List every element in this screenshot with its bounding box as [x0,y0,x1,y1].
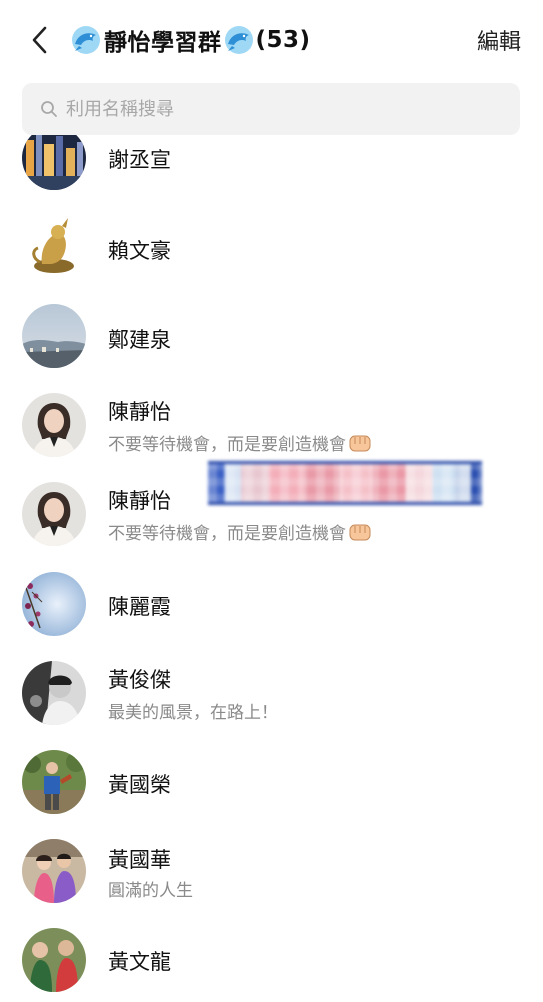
list-item[interactable]: 謝丞宣 [0,126,543,216]
list-item[interactable]: 陳靜怡 不要等待機會，而是要創造機會 [0,380,543,468]
chevron-left-icon [32,26,47,54]
member-name: 黃國華 [108,848,171,872]
list-item[interactable]: 陳麗霞 [0,560,543,648]
back-button[interactable] [22,22,56,58]
avatar [22,661,86,725]
group-name: 靜怡學習群 [104,30,222,56]
avatar [22,839,86,903]
list-item[interactable]: 賴文豪 [0,204,543,292]
list-item[interactable]: 鄭建泉 [0,292,543,380]
member-list: 謝丞宣 賴文豪 鄭建泉 陳靜怡 不要等待機會，而是要創造機會 陳靜怡 不要等待機… [0,0,543,992]
list-item[interactable]: 黃俊傑 最美的風景，在路上！ [0,648,543,736]
member-name: 陳麗霞 [108,595,171,619]
edit-button[interactable]: 編輯 [477,22,521,58]
list-item[interactable]: 陳靜怡 不要等待機會，而是要創造機會 [0,469,543,557]
list-item[interactable]: 黃文龍 [0,914,543,1002]
avatar [22,304,86,368]
member-name: 賴文豪 [108,239,171,263]
avatar [22,126,86,190]
member-name: 黃文龍 [108,950,171,974]
member-name: 鄭建泉 [108,328,171,352]
member-status: 圓滿的人生 [108,881,193,901]
page-title: 靜怡學習群 (53) [70,22,311,58]
search-bar [22,83,520,135]
member-name: 陳靜怡 [108,400,171,424]
avatar [22,750,86,814]
avatar [22,482,86,546]
avatar [22,572,86,636]
list-item[interactable]: 黃國榮 [0,736,543,824]
header: 靜怡學習群 (53) 編輯 [0,0,543,80]
avatar [22,928,86,992]
list-item[interactable]: 黃國華 圓滿的人生 [0,826,543,914]
avatar [22,214,86,278]
member-name: 陳靜怡 [108,489,171,513]
avatar [22,393,86,457]
member-status: 不要等待機會，而是要創造機會 [108,430,372,455]
member-name: 黃國榮 [108,773,171,797]
search-icon [41,101,57,117]
member-status: 不要等待機會，而是要創造機會 [108,519,372,544]
member-name: 謝丞宣 [108,148,171,172]
dolphin-icon [224,26,253,54]
dolphin-icon [72,26,100,54]
member-status: 最美的風景，在路上！ [108,703,278,723]
fist-emoji-icon [349,435,371,452]
search-input[interactable] [66,98,486,120]
fist-emoji-icon [349,524,371,541]
member-name: 黃俊傑 [108,668,171,692]
member-count: (53) [255,27,311,53]
